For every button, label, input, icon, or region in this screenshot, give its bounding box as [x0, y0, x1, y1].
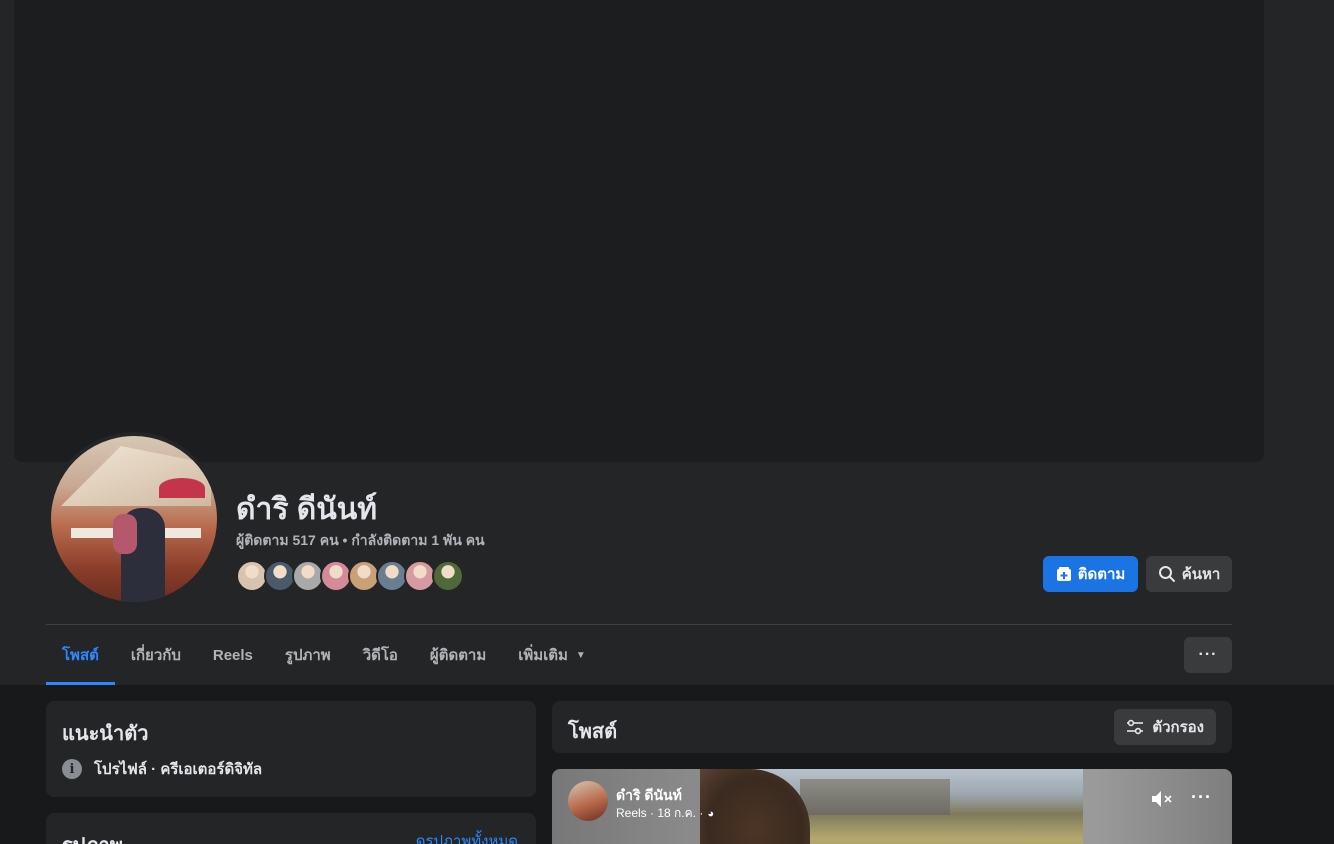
tab-label: วิดีโอ	[362, 647, 398, 664]
tab-about[interactable]: เกี่ยวกับ	[115, 625, 197, 685]
reel-post[interactable]: ดำริ ดีนันท์ Reels · 18 ก.ค. · ◕ ···	[552, 769, 1232, 844]
filter-label: ตัวกรอง	[1152, 719, 1204, 736]
intro-card: แนะนำตัว i โปรไฟล์ · ครีเอเตอร์ดิจิทัล	[46, 701, 536, 797]
intro-item: i โปรไฟล์ · ครีเอเตอร์ดิจิทัล	[62, 757, 262, 781]
posts-title: โพสต์	[568, 721, 618, 743]
tab-posts[interactable]: โพสต์	[46, 625, 115, 685]
tab-followers[interactable]: ผู้ติดตาม	[414, 625, 502, 685]
follower-avatar[interactable]	[432, 560, 464, 592]
see-all-photos-link[interactable]: ดูรูปภาพทั้งหมด	[416, 829, 518, 844]
tab-more[interactable]: เพิ่มเติม ▼	[502, 625, 602, 685]
caret-down-icon: ▼	[575, 649, 586, 661]
tab-label: รูปภาพ	[284, 647, 331, 664]
info-icon: i	[62, 759, 82, 779]
tab-label: โพสต์	[62, 647, 99, 664]
reel-meta-text: Reels · 18 ก.ค. ·	[616, 806, 704, 820]
intro-title: แนะนำตัว	[62, 723, 149, 745]
follow-icon	[1056, 567, 1071, 581]
search-label: ค้นหา	[1181, 566, 1221, 583]
cover-photo[interactable]	[14, 0, 1264, 462]
photos-title: รูปภาพ	[62, 829, 123, 844]
globe-icon: ◕	[707, 807, 714, 820]
tab-label: Reels	[212, 646, 253, 664]
tab-reels[interactable]: Reels	[197, 625, 269, 685]
mute-icon[interactable]	[1150, 789, 1174, 809]
follower-stats[interactable]: ผู้ติดตาม 517 คน • กำลังติดตาม 1 พัน คน	[236, 530, 485, 552]
photos-card: รูปภาพ ดูรูปภาพทั้งหมด	[46, 813, 536, 844]
filter-button[interactable]: ตัวกรอง	[1114, 709, 1216, 745]
tab-photos[interactable]: รูปภาพ	[269, 625, 347, 685]
reel-meta: Reels · 18 ก.ค. · ◕	[616, 804, 714, 823]
avatar-image	[51, 436, 217, 602]
more-options-button[interactable]: ···	[1184, 637, 1232, 673]
tab-label: เพิ่มเติม	[518, 647, 568, 664]
avatar[interactable]	[568, 781, 608, 821]
tab-videos[interactable]: วิดีโอ	[347, 625, 414, 685]
post-more-button[interactable]: ···	[1191, 787, 1212, 808]
follower-avatars[interactable]	[236, 560, 464, 592]
search-icon	[1158, 566, 1175, 582]
follow-label: ติดตาม	[1077, 566, 1126, 583]
filter-icon	[1127, 719, 1144, 735]
search-button[interactable]: ค้นหา	[1146, 556, 1232, 592]
profile-name: ดำริ ดีนันท์	[236, 493, 378, 526]
posts-header-card: โพสต์ ตัวกรอง	[552, 701, 1232, 753]
profile-avatar[interactable]	[47, 432, 221, 606]
tab-label: เกี่ยวกับ	[130, 647, 181, 664]
tab-label: ผู้ติดตาม	[429, 647, 487, 664]
follow-button[interactable]: ติดตาม	[1043, 556, 1138, 592]
reel-video[interactable]	[700, 769, 1083, 844]
profile-tabs: โพสต์ เกี่ยวกับ Reels รูปภาพ วิดีโอ ผู้ต…	[46, 625, 602, 685]
intro-detail: โปรไฟล์ · ครีเอเตอร์ดิจิทัล	[94, 761, 263, 778]
